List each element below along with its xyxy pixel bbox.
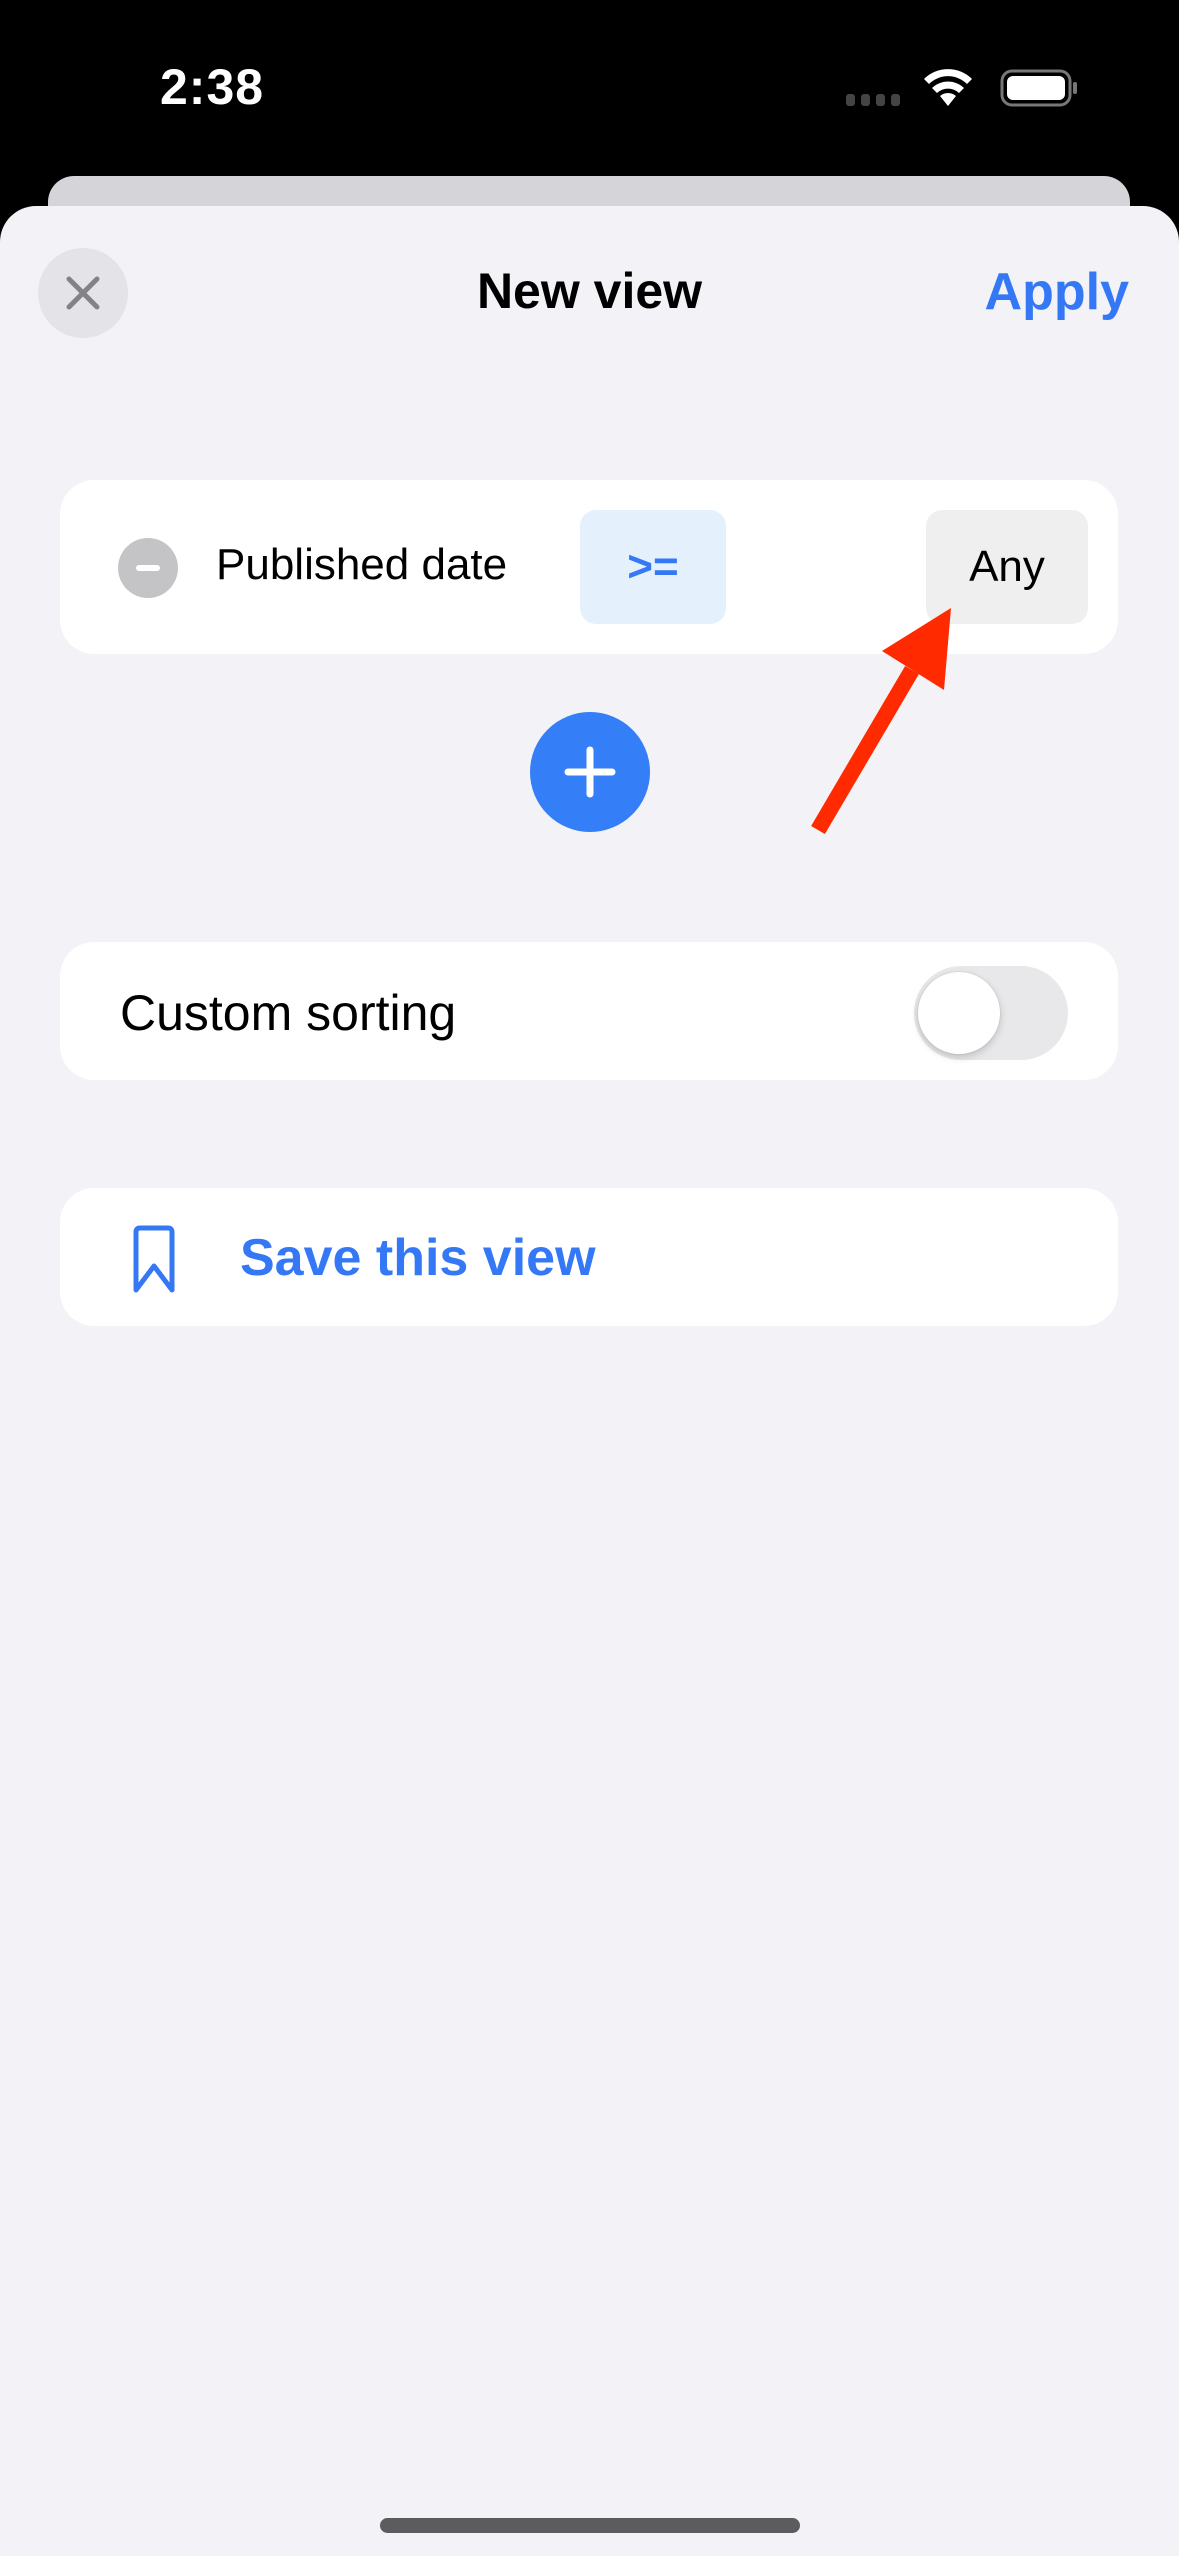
- wifi-icon: [924, 69, 972, 106]
- status-time: 2:38: [160, 59, 265, 115]
- custom-sorting-label: Custom sorting: [120, 985, 457, 1041]
- home-indicator: [380, 2518, 800, 2533]
- plus-icon: [564, 746, 616, 798]
- custom-sorting-row: Custom sorting: [60, 942, 1118, 1080]
- filter-row: Published date >= Any: [60, 480, 1118, 654]
- filter-operator-button[interactable]: >=: [580, 510, 726, 624]
- battery-icon: [1000, 69, 1077, 107]
- save-view-label: Save this view: [240, 1229, 596, 1287]
- filter-value-button[interactable]: Any: [926, 510, 1088, 624]
- filter-field-label: Published date: [216, 540, 508, 589]
- add-filter-button[interactable]: [530, 712, 650, 832]
- remove-filter-button[interactable]: [118, 538, 178, 598]
- apply-button[interactable]: Apply: [985, 262, 1129, 322]
- custom-sorting-toggle[interactable]: [914, 966, 1068, 1060]
- toggle-knob: [918, 972, 1000, 1054]
- cellular-signal-icon: [846, 94, 900, 106]
- save-view-button[interactable]: Save this view: [60, 1188, 1118, 1326]
- status-bar: 2:38: [0, 0, 1179, 176]
- bookmark-icon: [133, 1225, 175, 1293]
